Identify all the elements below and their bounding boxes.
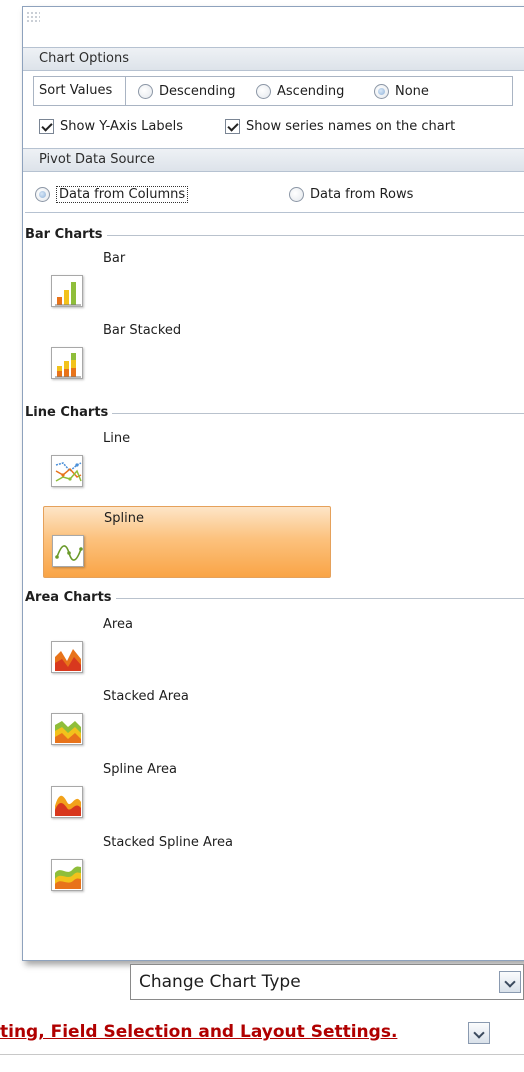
popup-title-area: [23, 7, 524, 45]
group-title: Line Charts: [25, 403, 113, 423]
chart-item-stacked-spline-area[interactable]: Stacked Spline Area: [43, 831, 331, 903]
area-chart-icon: [51, 641, 83, 673]
chart-item-stacked-area[interactable]: Stacked Area: [43, 685, 331, 757]
chart-item-line[interactable]: Line: [43, 427, 331, 499]
layout-settings-link[interactable]: ting, Field Selection and Layout Setting…: [0, 1022, 397, 1042]
spline-chart-icon: [52, 535, 84, 567]
chart-type-gallery: Bar Charts Bar Bar Stacked Line Charts L…: [25, 212, 524, 954]
change-chart-type-label: Change Chart Type: [139, 972, 301, 992]
settings-link-row: ting, Field Selection and Layout Setting…: [0, 1018, 524, 1054]
change-chart-type-dropdown[interactable]: Change Chart Type: [130, 964, 524, 1000]
group-header-area-charts: Area Charts: [25, 588, 524, 608]
pivot-data-source-header: Pivot Data Source: [23, 148, 524, 172]
radio-label: None: [395, 83, 429, 99]
sort-none-radio[interactable]: None: [374, 81, 429, 101]
chevron-down-icon[interactable]: [468, 1022, 490, 1044]
stacked-spline-area-chart-icon: [51, 859, 83, 891]
data-from-rows-radio[interactable]: Data from Rows: [289, 184, 413, 204]
radio-icon[interactable]: [289, 186, 304, 202]
show-y-axis-labels-checkbox[interactable]: Show Y-Axis Labels: [39, 116, 183, 136]
chart-item-label: Spline: [104, 511, 144, 526]
sort-values-label: Sort Values: [34, 77, 126, 105]
chart-options-header: Chart Options: [23, 47, 524, 71]
line-chart-icon: [51, 455, 83, 487]
chart-options-popup: Chart Options Sort Values Descending Asc…: [22, 6, 524, 961]
data-from-columns-radio[interactable]: Data from Columns: [35, 184, 189, 204]
group-header-line-charts: Line Charts: [25, 403, 524, 423]
radio-label: Data from Rows: [310, 186, 414, 202]
checkbox-icon[interactable]: [39, 118, 54, 134]
drag-grip-icon[interactable]: [26, 11, 40, 23]
chart-item-label: Bar Stacked: [103, 323, 182, 338]
checkbox-label: Show series names on the chart: [246, 118, 456, 134]
checkbox-icon[interactable]: [225, 118, 240, 134]
bar-chart-icon: [51, 275, 83, 307]
spline-area-chart-icon: [51, 786, 83, 818]
radio-icon[interactable]: [374, 83, 389, 99]
chart-item-spline[interactable]: Spline: [43, 506, 331, 578]
chart-item-spline-area[interactable]: Spline Area: [43, 758, 331, 830]
divider: [0, 1054, 524, 1055]
chart-item-area[interactable]: Area: [43, 613, 331, 685]
sort-values-row: Sort Values Descending Ascending None: [33, 76, 513, 106]
stacked-area-chart-icon: [51, 713, 83, 745]
group-title: Area Charts: [25, 588, 116, 608]
group-header-bar-charts: Bar Charts: [25, 225, 524, 245]
chart-item-label: Stacked Area: [103, 689, 189, 704]
radio-label: Data from Columns: [56, 185, 189, 203]
radio-label: Descending: [159, 83, 236, 99]
chart-item-label: Line: [103, 431, 131, 446]
chart-item-label: Bar: [103, 251, 126, 266]
chart-item-bar-stacked[interactable]: Bar Stacked: [43, 319, 331, 391]
chart-item-label: Area: [103, 617, 133, 632]
radio-icon[interactable]: [138, 83, 153, 99]
chevron-down-icon[interactable]: [499, 971, 521, 993]
group-title: Bar Charts: [25, 225, 107, 245]
sort-ascending-radio[interactable]: Ascending: [256, 81, 344, 101]
radio-icon[interactable]: [35, 186, 50, 202]
chart-item-label: Stacked Spline Area: [103, 835, 233, 850]
show-series-names-checkbox[interactable]: Show series names on the chart: [225, 116, 455, 136]
chart-item-bar[interactable]: Bar: [43, 247, 331, 319]
chart-item-label: Spline Area: [103, 762, 178, 777]
checkbox-label: Show Y-Axis Labels: [60, 118, 183, 134]
radio-icon[interactable]: [256, 83, 271, 99]
stacked-bar-chart-icon: [51, 347, 83, 379]
sort-descending-radio[interactable]: Descending: [138, 81, 236, 101]
radio-label: Ascending: [277, 83, 345, 99]
